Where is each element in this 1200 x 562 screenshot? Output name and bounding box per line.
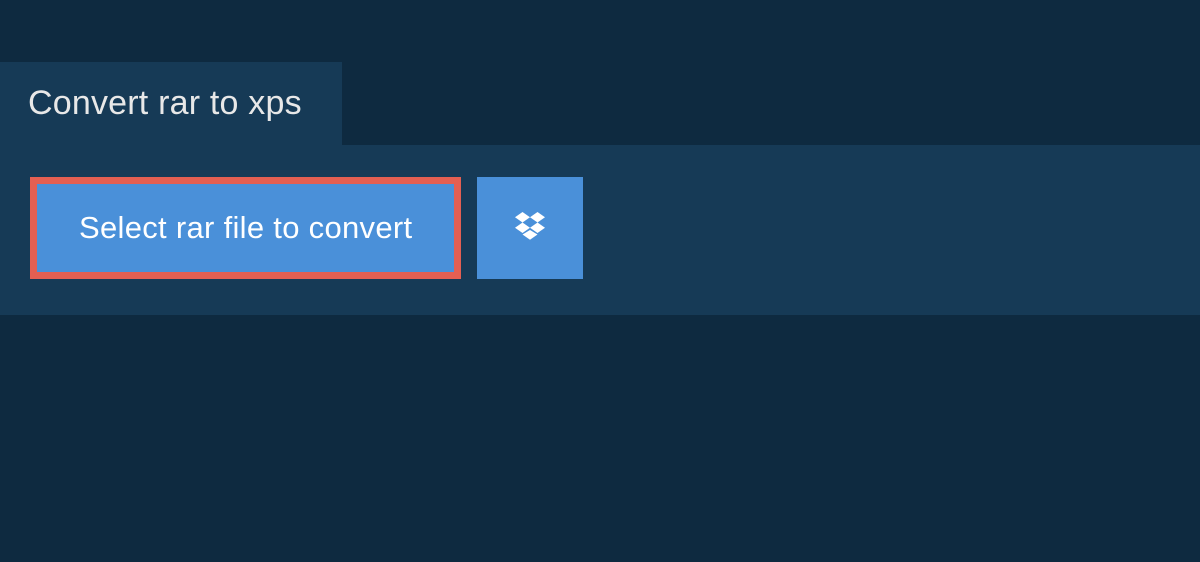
tab-convert[interactable]: Convert rar to xps — [0, 62, 342, 145]
dropbox-icon — [512, 209, 548, 248]
convert-panel: Select rar file to convert — [0, 145, 1200, 315]
tab-label: Convert rar to xps — [28, 84, 302, 122]
dropbox-button[interactable] — [477, 177, 583, 279]
select-file-button[interactable]: Select rar file to convert — [30, 177, 461, 279]
select-file-label: Select rar file to convert — [79, 210, 412, 245]
page-remainder — [0, 315, 1200, 535]
tab-bar: Convert rar to xps — [0, 62, 1200, 145]
